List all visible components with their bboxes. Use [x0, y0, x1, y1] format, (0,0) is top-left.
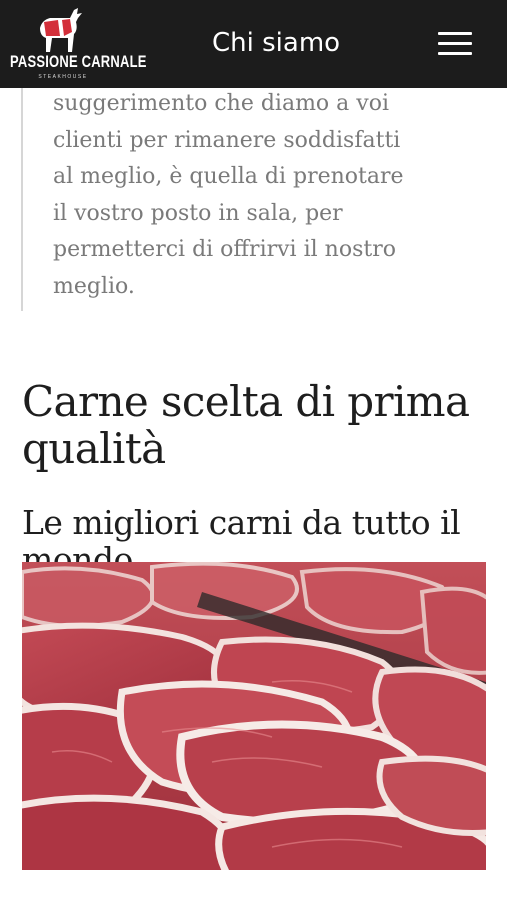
- page-title: Chi siamo: [212, 28, 341, 58]
- site-header: PASSIONE CARNALE STEAKHOUSE Chi siamo: [0, 0, 507, 88]
- quote-line: clienti per rimanere soddisfatti: [53, 127, 401, 153]
- quote-line: meglio.: [53, 273, 135, 299]
- quote-line: il vostro posto in sala, per: [53, 200, 343, 226]
- section-heading: Carne scelta di prima qualità: [22, 376, 470, 473]
- hamburger-menu-icon[interactable]: [438, 32, 472, 58]
- logo-subtext: STEAKHOUSE: [38, 74, 88, 80]
- blockquote-text: suggerimento che diamo a voi clienti per…: [53, 86, 463, 305]
- menu-bar: [438, 32, 472, 35]
- meat-photo: [22, 562, 486, 870]
- logo-text: PASSIONE CARNALE: [10, 52, 147, 71]
- logo[interactable]: PASSIONE CARNALE STEAKHOUSE: [10, 8, 147, 82]
- menu-bar: [438, 52, 472, 55]
- bull-logo-icon: [40, 8, 82, 52]
- blockquote: suggerimento che diamo a voi clienti per…: [21, 72, 463, 311]
- quote-line: suggerimento che diamo a voi: [53, 91, 389, 116]
- menu-bar: [438, 42, 472, 45]
- quote-line: al meglio, è quella di prenotare: [53, 164, 404, 189]
- quote-line: permetterci di offrirvi il nostro: [53, 237, 396, 262]
